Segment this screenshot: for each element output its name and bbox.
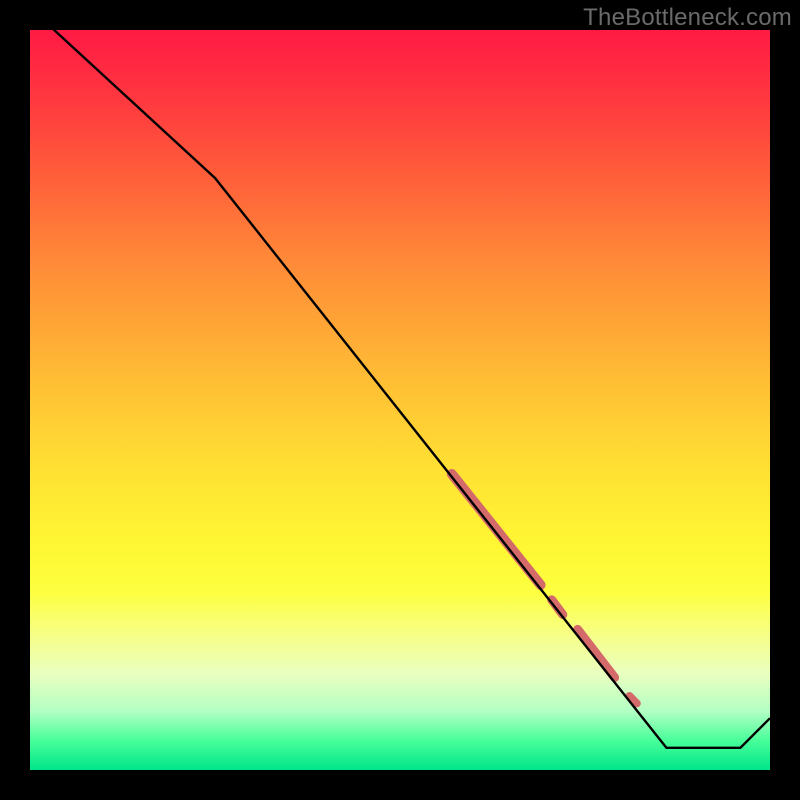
chart-plot-area [30, 30, 770, 770]
watermark-text: TheBottleneck.com [583, 4, 792, 32]
